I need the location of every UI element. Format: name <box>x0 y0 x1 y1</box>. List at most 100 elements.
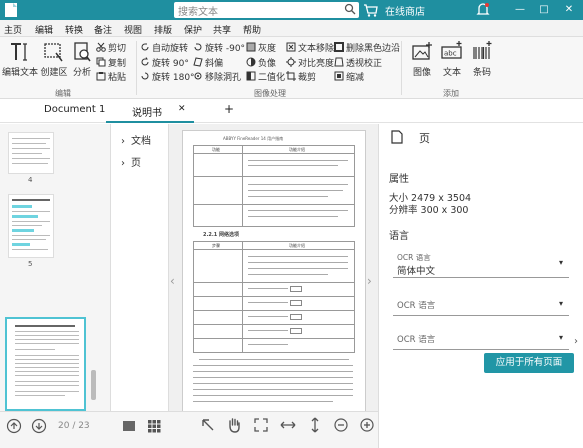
hand-pan-icon[interactable] <box>227 417 241 433</box>
edit-text-icon <box>11 43 27 61</box>
svg-text:abc: abc <box>444 50 457 58</box>
menu-home[interactable]: 主页 <box>4 23 22 36</box>
add-barcode-label: 条码 <box>472 68 491 78</box>
outline-item-page[interactable]: › 页 <box>121 154 141 169</box>
ocr-language-select-1[interactable]: OCR 语言 简体中文 ▾ <box>393 250 569 278</box>
tab-manual[interactable]: 说明书 ✕ <box>106 99 194 123</box>
cut-button[interactable]: 剪切 <box>96 42 126 54</box>
apply-to-all-pages-button[interactable]: 应用于所有页面 <box>484 353 574 373</box>
rotate-90-button[interactable]: 旋转 90° <box>140 57 189 69</box>
table-head-cell: 功能 <box>212 147 220 152</box>
reduce-button[interactable]: 缩减 <box>334 71 364 83</box>
remove-text-button[interactable]: 文本移除 <box>286 42 334 54</box>
rotate-180-button[interactable]: 旋转 180° <box>140 71 195 83</box>
thumbnail-toolbar: 20 / 23 <box>0 411 169 448</box>
page-thumbnail-selected[interactable] <box>5 317 86 411</box>
pointer-icon[interactable] <box>201 418 215 432</box>
auto-rotate-label: 自动旋转 <box>152 44 189 54</box>
scroll-down-icon[interactable] <box>31 418 47 434</box>
grayscale-label: 灰度 <box>258 44 277 54</box>
page-preview[interactable]: ABBYY FineReader 14 用户指南 功能 功能介绍 2.2.1 网… <box>182 130 366 420</box>
rotate-ccw-icon <box>194 43 202 51</box>
black-border-icon <box>334 42 344 52</box>
add-text-label: 文本 <box>442 68 461 78</box>
menu-help[interactable]: 帮助 <box>243 23 261 36</box>
deskew-icon <box>193 57 203 67</box>
auto-rotate-button[interactable]: 自动旋转 <box>140 42 188 54</box>
edit-text-button[interactable]: 编辑文本 <box>2 41 38 78</box>
contrast-button[interactable]: 对比亮度 <box>286 57 334 69</box>
negative-label: 负像 <box>258 59 277 69</box>
copy-button[interactable]: 复制 <box>96 57 126 69</box>
chevron-right-icon: › <box>121 158 125 169</box>
negative-button[interactable]: 负像 <box>246 57 276 69</box>
tab-close-button[interactable]: ✕ <box>178 104 186 114</box>
remove-black-edges-button[interactable]: 删除黑色边沿 <box>334 42 400 54</box>
menu-view[interactable]: 视图 <box>124 23 142 36</box>
rotate-180-icon <box>141 72 149 80</box>
thumbnail-scrollbar[interactable] <box>91 370 96 400</box>
properties-panel: 页 属性 大小 2479 x 3504 分辨率 300 x 300 语言 OCR… <box>378 124 583 448</box>
menu-notes[interactable]: 备注 <box>94 23 112 36</box>
menu-layout[interactable]: 排版 <box>154 23 172 36</box>
rotate-minus-90-button[interactable]: 旋转 -90° <box>193 42 245 54</box>
cart-icon[interactable] <box>363 2 379 18</box>
menu-protect[interactable]: 保护 <box>184 23 202 36</box>
analyze-label: 分析 <box>72 68 91 78</box>
close-window-button[interactable]: ✕ <box>558 0 580 20</box>
remove-holes-button[interactable]: 移除洞孔 <box>193 71 241 83</box>
page-thumbnail[interactable] <box>8 132 54 174</box>
table-head-cell: 功能介绍 <box>289 147 305 152</box>
next-page-icon[interactable]: › <box>367 274 372 288</box>
fit-width-icon[interactable] <box>280 418 296 432</box>
single-page-view-icon[interactable] <box>123 421 135 431</box>
menu-share[interactable]: 共享 <box>213 23 231 36</box>
tab-document-1[interactable]: Document 1 <box>44 104 105 115</box>
minimize-button[interactable]: — <box>509 0 531 20</box>
collapse-panel-icon[interactable]: › <box>574 336 578 347</box>
zoom-in-icon[interactable] <box>360 418 374 432</box>
perspective-icon <box>334 57 344 67</box>
page-resolution-text: 分辨率 300 x 300 <box>389 205 469 216</box>
binarize-icon <box>246 71 256 81</box>
maximize-button[interactable]: □ <box>533 0 555 20</box>
online-store-link[interactable]: 在线商店 <box>385 3 425 18</box>
search-input[interactable]: 搜索文本 <box>174 2 359 18</box>
page-thumbnail[interactable] <box>8 194 54 258</box>
prev-page-icon[interactable]: ‹ <box>170 274 175 288</box>
deskew-button[interactable]: 斜偏 <box>193 57 223 69</box>
remove-text-label: 文本移除 <box>298 44 335 54</box>
grayscale-button[interactable]: 灰度 <box>246 42 276 54</box>
fit-page-icon[interactable] <box>254 418 268 432</box>
paste-button[interactable]: 粘贴 <box>96 71 126 83</box>
crop-button[interactable]: 裁剪 <box>286 71 316 83</box>
grayscale-icon <box>246 42 256 52</box>
menu-convert[interactable]: 转换 <box>65 23 83 36</box>
table-head-cell: 功能介绍 <box>289 243 305 248</box>
binarize-button[interactable]: 二值化 <box>246 71 285 83</box>
reduce-icon <box>334 71 344 81</box>
create-area-icon <box>44 43 63 62</box>
perspective-button[interactable]: 透视校正 <box>334 57 382 69</box>
paste-label: 粘贴 <box>108 73 127 83</box>
zoom-out-icon[interactable] <box>334 418 348 432</box>
ocr-language-label: OCR 语言 <box>397 253 431 262</box>
remove-black-edges-label: 删除黑色边沿 <box>346 44 401 54</box>
add-tab-button[interactable]: + <box>224 102 234 116</box>
dropdown-arrow-icon: ▾ <box>559 299 564 308</box>
outline-item-document[interactable]: › 文档 <box>121 132 151 147</box>
ribbon-divider <box>401 41 402 95</box>
fit-height-icon[interactable] <box>309 417 321 433</box>
ocr-language-select-3[interactable]: OCR 语言 ▾ <box>393 328 569 350</box>
search-placeholder: 搜索文本 <box>178 7 218 18</box>
bell-icon[interactable] <box>476 2 490 18</box>
rotate-minus-90-label: 旋转 -90° <box>205 44 246 54</box>
grid-view-icon[interactable] <box>148 420 161 433</box>
page-indicator: 20 / 23 <box>58 421 90 431</box>
outline-document-label: 文档 <box>131 136 151 147</box>
scroll-up-icon[interactable] <box>6 418 22 434</box>
remove-holes-label: 移除洞孔 <box>205 73 242 83</box>
add-barcode-button[interactable]: 条码 <box>464 41 500 78</box>
analyze-button[interactable]: 分析 <box>64 41 100 78</box>
ocr-language-select-2[interactable]: OCR 语言 ▾ <box>393 294 569 316</box>
